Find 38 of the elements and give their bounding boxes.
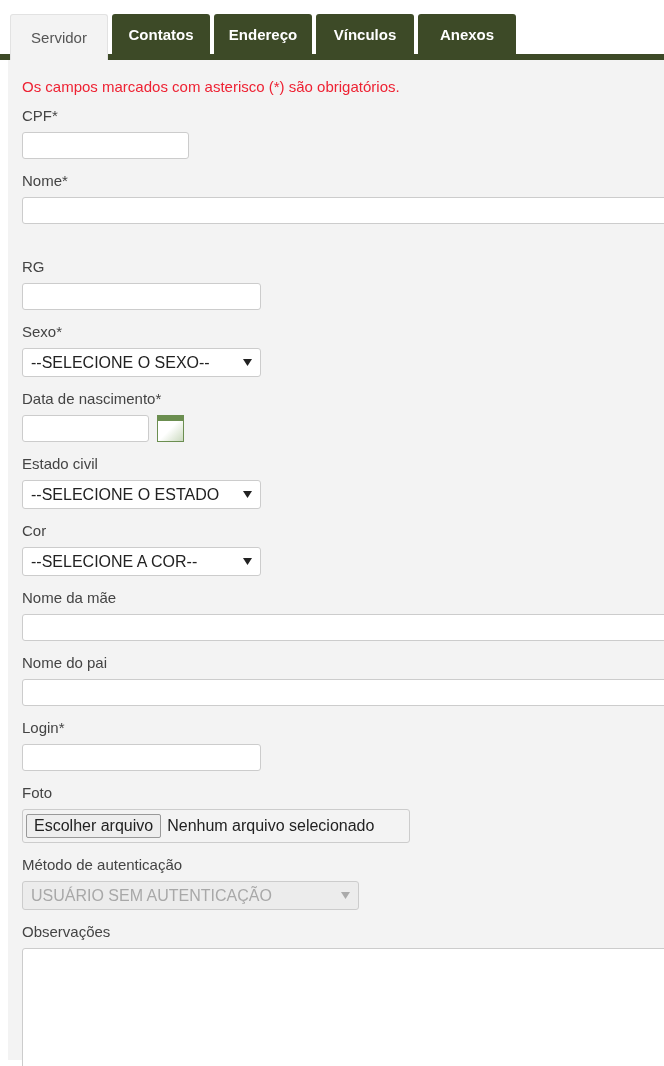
- field-label: Foto: [22, 784, 53, 802]
- input-field[interactable]: [22, 283, 261, 310]
- caret-icon: [243, 491, 252, 498]
- file-status: Nenhum arquivo selecionado: [167, 817, 375, 835]
- field-label: RG: [22, 258, 46, 276]
- input-field[interactable]: [22, 197, 664, 224]
- field-label: Data de nascimento*: [22, 390, 163, 408]
- tab[interactable]: Anexos: [418, 14, 516, 54]
- input-field[interactable]: [22, 132, 189, 159]
- choose-file-button[interactable]: Escolher arquivo: [26, 814, 162, 838]
- field-label: Estado civil: [22, 455, 99, 473]
- select-field[interactable]: --SELECIONE A COR--: [22, 547, 261, 576]
- caret-icon: [243, 359, 252, 366]
- field-label: Nome do pai: [22, 654, 109, 672]
- field-label: Sexo*: [22, 323, 64, 341]
- caret-icon: [341, 892, 350, 899]
- required-notice: Os campos marcados com asterisco (*) são obrigatórios.: [22, 78, 401, 96]
- date-field[interactable]: [22, 415, 149, 442]
- field-label: Nome*: [22, 172, 69, 190]
- field-label: Observações: [22, 923, 112, 941]
- caret-icon: [243, 558, 252, 565]
- field-label: Método de autenticação: [22, 856, 184, 874]
- tab[interactable]: Servidor: [10, 14, 108, 60]
- field-label: Nome da mãe: [22, 589, 118, 607]
- field-label: Login*: [22, 719, 66, 737]
- tab[interactable]: Vínculos: [316, 14, 414, 54]
- field-label: Cor: [22, 522, 48, 540]
- file-input[interactable]: Escolher arquivo Nenhum arquivo selecionado: [22, 809, 410, 843]
- field-label: CPF*: [22, 107, 59, 125]
- select-field[interactable]: --SELECIONE O ESTADO: [22, 480, 261, 509]
- calendar-icon[interactable]: [157, 415, 184, 442]
- tab[interactable]: Endereço: [214, 14, 312, 54]
- tab[interactable]: Contatos: [112, 14, 210, 54]
- input-field[interactable]: [22, 614, 664, 641]
- notes-field[interactable]: [22, 948, 664, 1066]
- input-field[interactable]: [22, 679, 664, 706]
- input-field[interactable]: [22, 744, 261, 771]
- select-field[interactable]: --SELECIONE O SEXO--: [22, 348, 261, 377]
